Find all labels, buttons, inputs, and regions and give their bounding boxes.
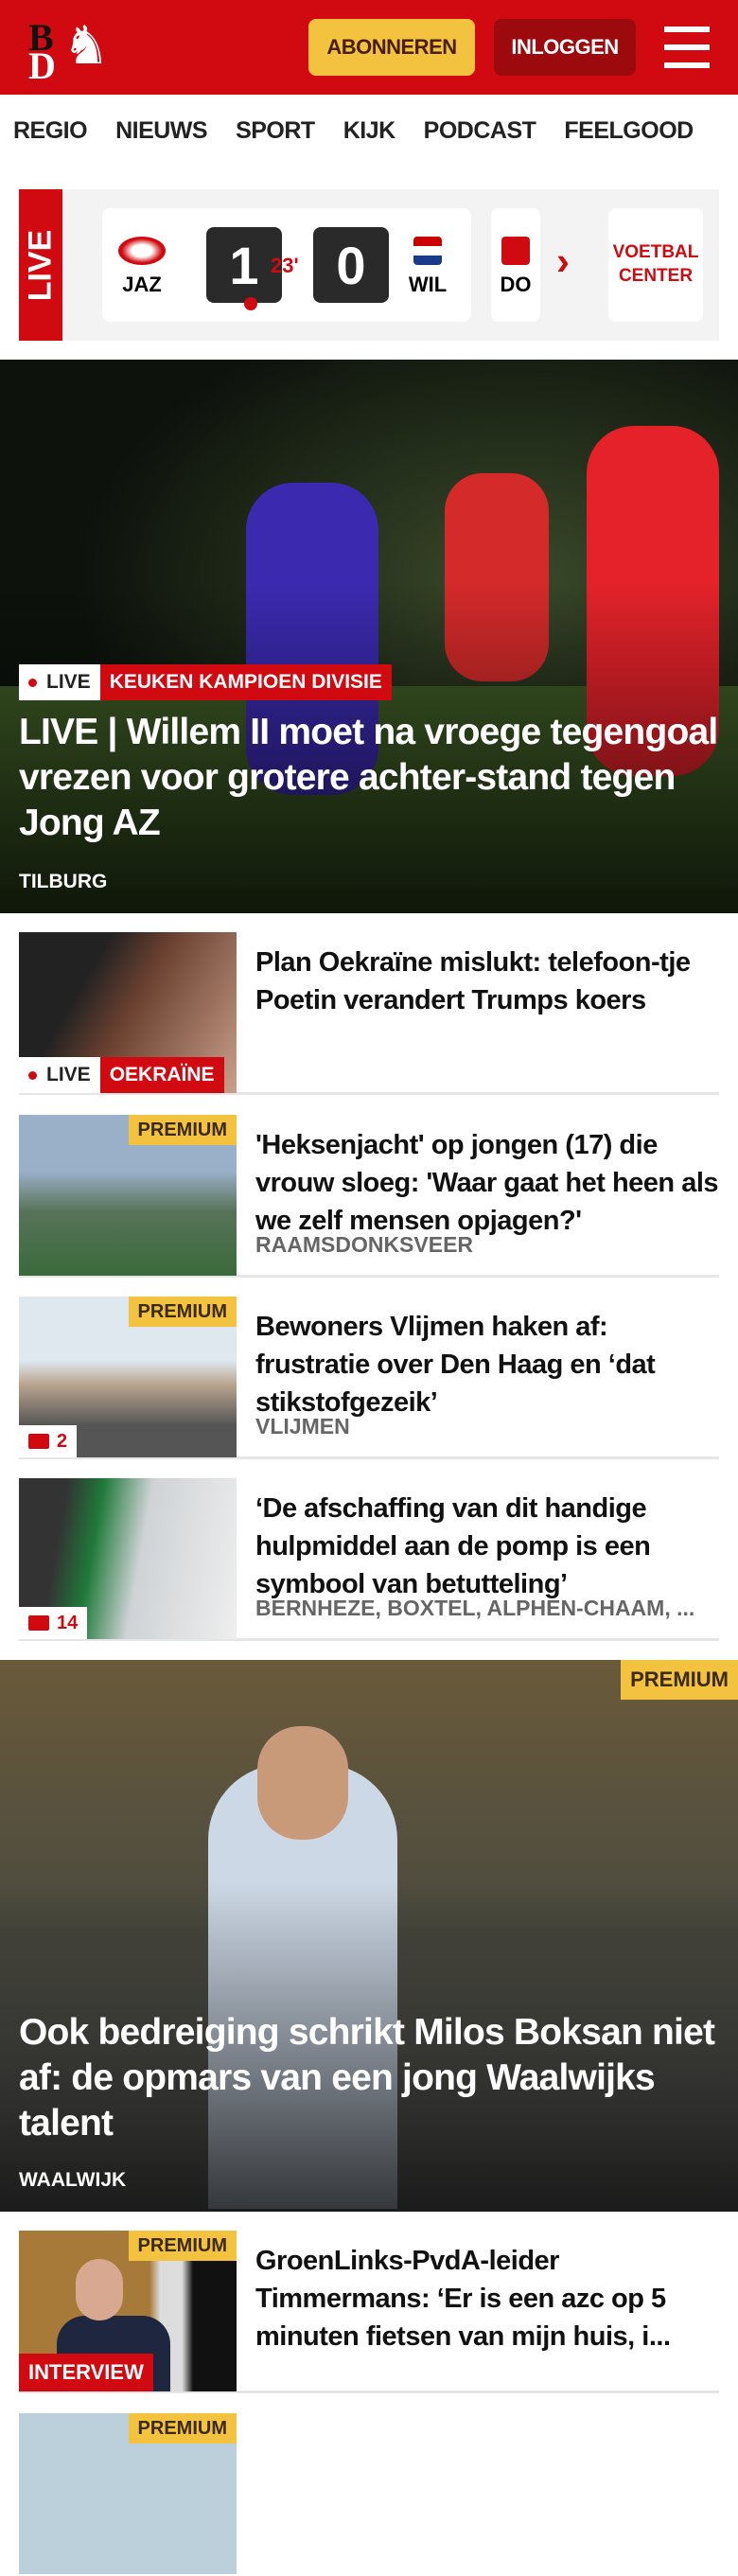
article-item[interactable]: PREMIUM 2 Bewoners Vlijmen haken af: fru… — [19, 1297, 719, 1459]
article-thumbnail: PREMIUM INTERVIEW — [19, 2231, 237, 2391]
article-item[interactable]: PREMIUM INTERVIEW GroenLinks-PvdA-leider… — [19, 2231, 719, 2393]
article-title[interactable]: 'Heksenjacht' op jongen (17) die vrouw s… — [255, 1126, 719, 1240]
article-location: BERNHEZE, BOXTEL, ALPHEN-CHAAM, ... — [255, 1596, 695, 1620]
live-badge: LIVE — [19, 1057, 100, 1093]
category-badge: OEKRAÏNE — [99, 1057, 224, 1093]
article-title[interactable]: Bewoners Vlijmen haken af: frustratie ov… — [255, 1308, 719, 1421]
nav-sport[interactable]: SPORT — [236, 117, 315, 145]
scored-dot — [244, 297, 257, 310]
lion-icon: ♞ — [62, 15, 111, 75]
category-badge: KEUKEN KAMPIOEN DIVISIE — [99, 664, 392, 700]
dordrecht-crest-icon — [501, 237, 530, 265]
category-badge: INTERVIEW — [19, 2354, 153, 2391]
live-badge: LIVE — [19, 664, 100, 700]
article-location: VLIJMEN — [255, 1414, 350, 1438]
article-thumbnail: PREMIUM 2 — [19, 1297, 237, 1457]
nav-regio[interactable]: REGIO — [13, 117, 88, 145]
article-item[interactable]: 14 ‘De afschaffing van dit handige hulpm… — [19, 1478, 719, 1641]
nav-podcast[interactable]: PODCAST — [424, 117, 536, 145]
hero-tags: LIVE KEUKEN KAMPIOEN DIVISIE — [19, 664, 392, 700]
comment-icon — [28, 1615, 49, 1631]
article-thumbnail: PREMIUM — [19, 2413, 237, 2574]
hero-location: WAALWIJK — [19, 2169, 127, 2191]
hero-article[interactable]: LIVE KEUKEN KAMPIOEN DIVISIE LIVE | Will… — [0, 360, 738, 913]
comments-count[interactable]: 14 — [19, 1607, 88, 1639]
premium-badge: PREMIUM — [128, 2413, 237, 2444]
hero-title[interactable]: LIVE | Willem II moet na vroege tegengoa… — [19, 710, 719, 846]
article-thumbnail: 14 — [19, 1478, 237, 1639]
nav-nieuws[interactable]: NIEUWS — [115, 117, 208, 145]
az-crest-icon — [118, 237, 166, 265]
article-title[interactable]: Plan Oekraïne mislukt: telefoon-tje Poet… — [255, 944, 719, 1019]
willem-ii-crest-icon — [413, 237, 442, 265]
match-card-next[interactable]: DO — [491, 208, 540, 322]
premium-badge: PREMIUM — [621, 1660, 738, 1700]
article-thumbnail: LIVE OEKRAÏNE — [19, 932, 237, 1093]
nav-feelgood[interactable]: FEELGOOD — [564, 117, 694, 145]
article-thumbnail: PREMIUM — [19, 1115, 237, 1276]
premium-badge: PREMIUM — [128, 1297, 237, 1327]
article-title[interactable]: ‘De afschaffing van dit handige hulpmidd… — [255, 1490, 719, 1603]
hero-title[interactable]: Ook bedreiging schrikt Milos Boksan niet… — [19, 2010, 719, 2146]
live-label: LIVE — [19, 189, 62, 341]
logo[interactable]: B D ♞ — [26, 15, 111, 87]
match-card[interactable]: JAZ 1 23' 0 WIL — [102, 208, 471, 322]
match-minute: 23' — [271, 254, 299, 277]
comment-icon — [28, 1434, 49, 1449]
premium-badge: PREMIUM — [128, 1115, 237, 1145]
voetbal-center-button[interactable]: VOETBAL CENTER — [608, 208, 703, 322]
article-location: RAAMSDONKSVEER — [255, 1232, 474, 1257]
article-item[interactable]: PREMIUM 'Heksenjacht' op jongen (17) die… — [19, 1115, 719, 1278]
chevron-right-icon[interactable]: › — [556, 241, 570, 281]
article-item[interactable]: PREMIUM — [19, 2413, 719, 2576]
nav-kijk[interactable]: KIJK — [343, 117, 395, 145]
hero-article-2[interactable]: PREMIUM Ook bedreiging schrikt Milos Bok… — [0, 1660, 738, 2212]
home-team: JAZ — [114, 237, 170, 297]
login-button[interactable]: INLOGGEN — [494, 19, 636, 76]
away-score: 0 — [313, 227, 389, 303]
hero-location: TILBURG — [19, 871, 108, 892]
article-title[interactable]: GroenLinks-PvdA-leider Timmermans: ‘Er i… — [255, 2242, 719, 2355]
main-nav: REGIO NIEUWS SPORT KIJK PODCAST FEELGOOD — [0, 95, 738, 167]
comments-count[interactable]: 2 — [19, 1425, 78, 1457]
live-scores-bar: LIVE JAZ 1 23' 0 WIL DO › VOETBAL CENTER — [19, 189, 719, 341]
article-item[interactable]: LIVE OEKRAÏNE Plan Oekraïne mislukt: tel… — [19, 932, 719, 1095]
hamburger-menu-icon[interactable] — [664, 26, 710, 68]
subscribe-button[interactable]: ABONNEREN — [308, 19, 475, 76]
header: B D ♞ ABONNEREN INLOGGEN — [0, 0, 738, 95]
premium-badge: PREMIUM — [128, 2231, 237, 2261]
away-team: WIL — [399, 237, 456, 297]
